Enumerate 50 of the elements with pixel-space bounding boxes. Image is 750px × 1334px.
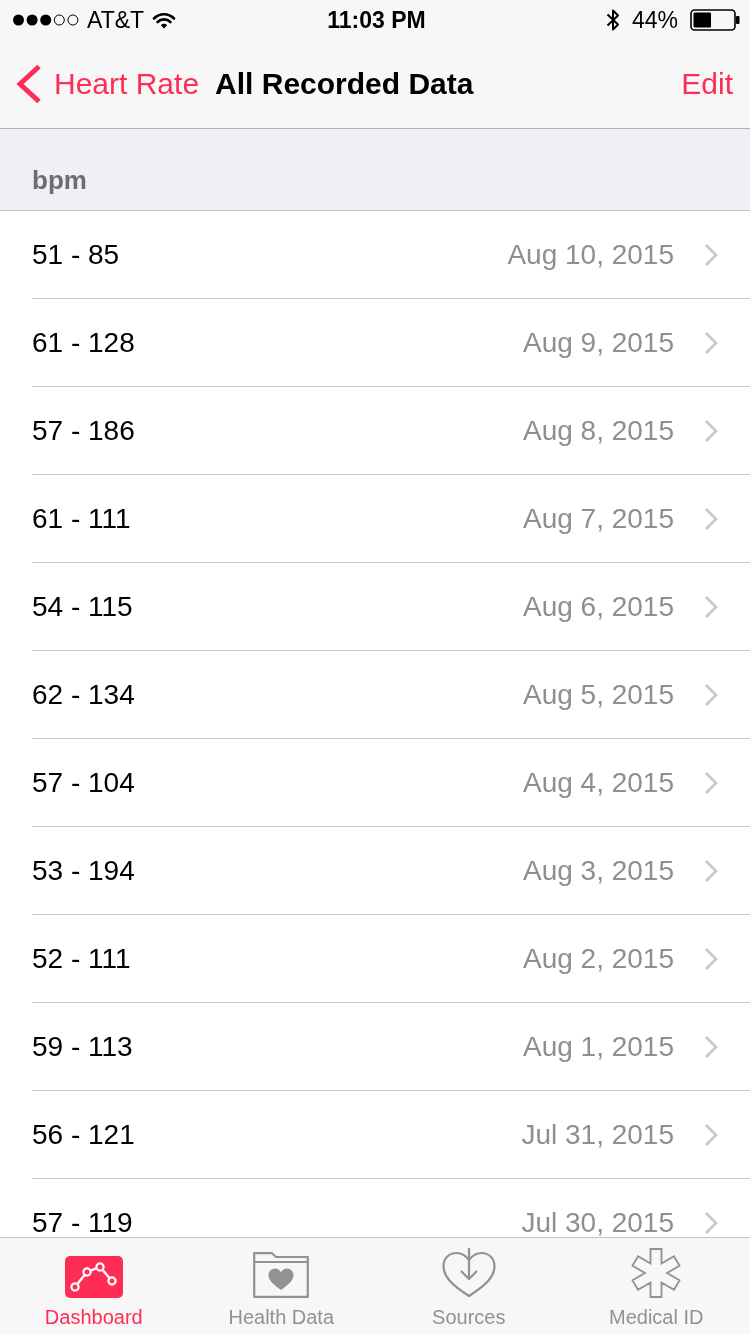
- folder-heart-icon: [253, 1252, 310, 1298]
- battery-percent: 44%: [631, 5, 678, 35]
- record-date: Aug 10, 2015: [507, 240, 674, 269]
- chevron-right-icon: [704, 770, 718, 795]
- clock-time: 11:03 PM: [327, 5, 426, 35]
- line-chart-icon: [64, 1256, 123, 1298]
- record-date: Jul 31, 2015: [521, 1120, 674, 1149]
- bpm-range: 57 - 186: [32, 416, 135, 445]
- record-date: Aug 5, 2015: [522, 680, 674, 709]
- chevron-right-icon: [704, 594, 718, 619]
- bluetooth-icon: [605, 8, 620, 32]
- wifi-icon: [152, 11, 177, 29]
- section-label: bpm: [32, 164, 87, 196]
- record-date: Aug 7, 2015: [522, 504, 674, 533]
- asterisk-icon: [631, 1248, 682, 1298]
- record-date: Aug 1, 2015: [522, 1032, 674, 1061]
- bpm-range: 61 - 111: [32, 504, 131, 533]
- chevron-right-icon: [704, 330, 718, 355]
- battery-icon: [690, 9, 740, 31]
- chevron-right-icon: [704, 1122, 718, 1147]
- record-date: Aug 8, 2015: [522, 416, 674, 445]
- bpm-range: 52 - 111: [32, 944, 131, 973]
- bpm-range: 56 - 121: [32, 1120, 135, 1149]
- record-date: Aug 6, 2015: [522, 592, 674, 621]
- heart-download-icon: [441, 1248, 496, 1298]
- bpm-range: 57 - 119: [32, 1208, 133, 1237]
- record-date: Aug 4, 2015: [522, 768, 674, 797]
- bpm-range: 57 - 104: [32, 768, 135, 797]
- back-chevron-icon: [16, 64, 42, 104]
- bpm-range: 51 - 85: [32, 240, 120, 269]
- chevron-right-icon: [704, 858, 718, 883]
- bpm-range: 62 - 134: [32, 680, 135, 709]
- record-date: Aug 9, 2015: [522, 328, 674, 357]
- record-date: Aug 3, 2015: [522, 856, 674, 885]
- signal-strength-icon: [13, 14, 79, 26]
- chevron-right-icon: [704, 1034, 718, 1059]
- record-date: Jul 30, 2015: [521, 1208, 674, 1237]
- record-date: Aug 2, 2015: [522, 944, 674, 973]
- carrier-name: AT&T: [87, 5, 145, 35]
- page-title: All Recorded Data: [215, 66, 474, 102]
- bpm-range: 59 - 113: [32, 1032, 133, 1061]
- chevron-right-icon: [704, 506, 718, 531]
- chevron-right-icon: [704, 242, 718, 267]
- bpm-range: 53 - 194: [32, 856, 135, 885]
- chevron-right-icon: [704, 682, 718, 707]
- chevron-right-icon: [704, 418, 718, 443]
- bpm-range: 61 - 128: [32, 328, 135, 357]
- bpm-range: 54 - 115: [32, 592, 133, 621]
- chevron-right-icon: [704, 1210, 718, 1235]
- chevron-right-icon: [704, 946, 718, 971]
